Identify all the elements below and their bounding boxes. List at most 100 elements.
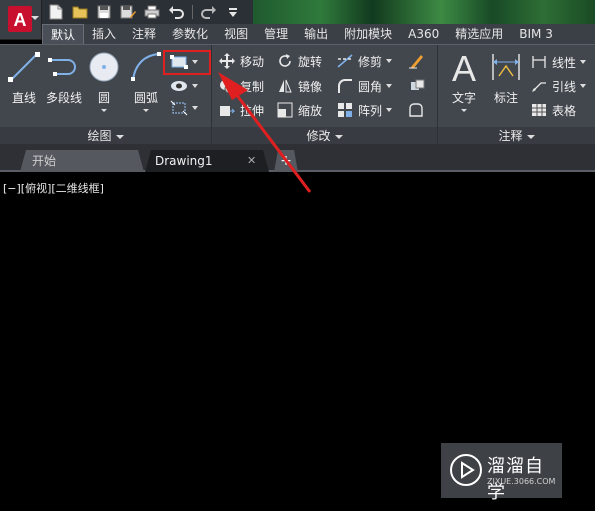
rotate-tool[interactable]: 旋转	[276, 52, 322, 70]
line-icon	[6, 49, 42, 85]
save-as-icon[interactable]	[118, 3, 138, 21]
fillet-tool[interactable]: 圆角	[336, 77, 393, 95]
copy-label: 复制	[240, 79, 265, 94]
copy-tool[interactable]: 复制	[218, 77, 264, 95]
quick-access-toolbar	[46, 2, 243, 22]
hatch-dropdown-icon[interactable]	[192, 84, 198, 88]
redo-icon[interactable]	[199, 3, 219, 21]
mirror-tool[interactable]: 镜像	[276, 77, 322, 95]
text-tool[interactable]: A 文字	[446, 49, 482, 112]
boundary-dropdown-icon[interactable]	[192, 106, 198, 110]
arc-tool[interactable]: 圆弧	[128, 49, 164, 112]
linear-label: 线性	[552, 55, 577, 70]
file-tab-drawing1[interactable]: Drawing1 ✕	[145, 150, 269, 172]
leader-label: 引线	[552, 79, 577, 94]
arc-dropdown-icon[interactable]	[143, 109, 149, 112]
trim-tool[interactable]: 修剪	[336, 52, 393, 70]
tab-annotate[interactable]: 注释	[124, 24, 164, 44]
tab-a360[interactable]: A360	[400, 24, 447, 44]
text-icon: A	[446, 49, 482, 85]
hatch-tool[interactable]	[170, 77, 198, 95]
circle-label: 圆	[97, 91, 110, 105]
boundary-tool[interactable]	[170, 99, 198, 117]
draw-panel-expand-icon	[115, 134, 124, 139]
new-tab-button[interactable]: +	[274, 150, 298, 172]
annotation-panel: A 文字 标注 线性 引线 表格 注释	[438, 45, 595, 145]
polyline-label: 多段线	[46, 91, 83, 105]
new-tab-icon: +	[280, 153, 292, 169]
file-tab-start[interactable]: 开始	[20, 150, 144, 172]
modify-panel-title: 修改	[306, 129, 331, 143]
mirror-icon	[276, 78, 294, 94]
plot-icon[interactable]	[142, 3, 162, 21]
linear-dropdown-icon[interactable]	[580, 60, 587, 64]
trim-dropdown-icon[interactable]	[386, 59, 393, 63]
arc-label: 圆弧	[133, 91, 158, 105]
close-tab-icon[interactable]: ✕	[247, 150, 256, 172]
new-icon[interactable]	[46, 3, 66, 21]
dimension-tool[interactable]: 标注	[488, 49, 524, 106]
viewport-controls[interactable]: [−][俯视][二维线框]	[3, 180, 104, 196]
fillet-dropdown-icon[interactable]	[386, 84, 393, 88]
tab-view[interactable]: 视图	[216, 24, 256, 44]
offset-icon	[408, 102, 426, 118]
tab-featured-apps[interactable]: 精选应用	[447, 24, 511, 44]
tab-addins[interactable]: 附加模块	[336, 24, 400, 44]
stretch-tool[interactable]: 拉伸	[218, 101, 264, 119]
leader-tool[interactable]: 引线	[530, 77, 587, 95]
tab-insert[interactable]: 插入	[84, 24, 124, 44]
linear-dimension-icon	[530, 54, 548, 70]
stretch-label: 拉伸	[240, 103, 265, 118]
stretch-icon	[218, 102, 236, 118]
leader-icon	[530, 78, 548, 94]
mirror-label: 镜像	[298, 79, 323, 94]
dimension-icon	[488, 49, 524, 85]
open-icon[interactable]	[70, 3, 90, 21]
text-dropdown-icon[interactable]	[461, 109, 467, 112]
line-label: 直线	[11, 91, 36, 105]
undo-icon[interactable]	[166, 3, 186, 21]
line-tool[interactable]: 直线	[6, 49, 42, 106]
modify-panel-footer[interactable]: 修改	[212, 127, 437, 145]
erase-tool[interactable]	[408, 52, 426, 70]
app-logo-letter: A	[14, 10, 27, 30]
modify-panel: 移动 旋转 修剪 复制 镜像 圆角 拉伸 缩放 阵列 修改	[212, 45, 438, 145]
watermark: 溜溜自学 ZIXUE.3066.COM	[441, 443, 562, 503]
array-dropdown-icon[interactable]	[386, 108, 393, 112]
explode-tool[interactable]	[408, 77, 426, 95]
svg-text:A: A	[452, 49, 476, 85]
linear-tool[interactable]: 线性	[530, 53, 587, 71]
dimension-label: 标注	[493, 91, 518, 105]
customize-icon[interactable]	[223, 3, 243, 21]
tab-bim360[interactable]: BIM 3	[511, 24, 561, 44]
hatch-icon	[170, 78, 188, 94]
autocad-logo-icon: A	[8, 6, 32, 32]
tab-output[interactable]: 输出	[296, 24, 336, 44]
polyline-tool[interactable]: 多段线	[46, 49, 82, 106]
fillet-icon	[336, 78, 354, 94]
polyline-icon	[46, 49, 82, 85]
scale-tool[interactable]: 缩放	[276, 101, 322, 119]
draw-panel-footer[interactable]: 绘图	[0, 127, 211, 145]
file-tab-bar: 开始 Drawing1 ✕ +	[0, 144, 595, 172]
leader-dropdown-icon[interactable]	[580, 84, 587, 88]
table-icon	[530, 102, 548, 118]
circle-tool[interactable]: 圆	[86, 49, 122, 112]
text-label: 文字	[451, 91, 476, 105]
table-tool[interactable]: 表格	[530, 101, 576, 119]
circle-dropdown-icon[interactable]	[101, 109, 107, 112]
ribbon: 直线 多段线 圆 圆弧 绘图 移动 旋转 修剪 复制 镜像 圆角 拉伸 缩放 阵…	[0, 44, 595, 145]
annotation-panel-footer[interactable]: 注释	[438, 127, 595, 145]
move-tool[interactable]: 移动	[218, 52, 264, 70]
application-menu-button[interactable]: A	[0, 0, 42, 40]
tab-manage[interactable]: 管理	[256, 24, 296, 44]
offset-tool[interactable]	[408, 101, 426, 119]
save-icon[interactable]	[94, 3, 114, 21]
tab-parametric[interactable]: 参数化	[164, 24, 216, 44]
arc-icon	[128, 49, 164, 85]
annotation-panel-title: 注释	[498, 129, 523, 143]
scale-icon	[276, 102, 294, 118]
array-tool[interactable]: 阵列	[336, 101, 393, 119]
move-label: 移动	[240, 54, 265, 69]
tab-default[interactable]: 默认	[42, 24, 85, 44]
